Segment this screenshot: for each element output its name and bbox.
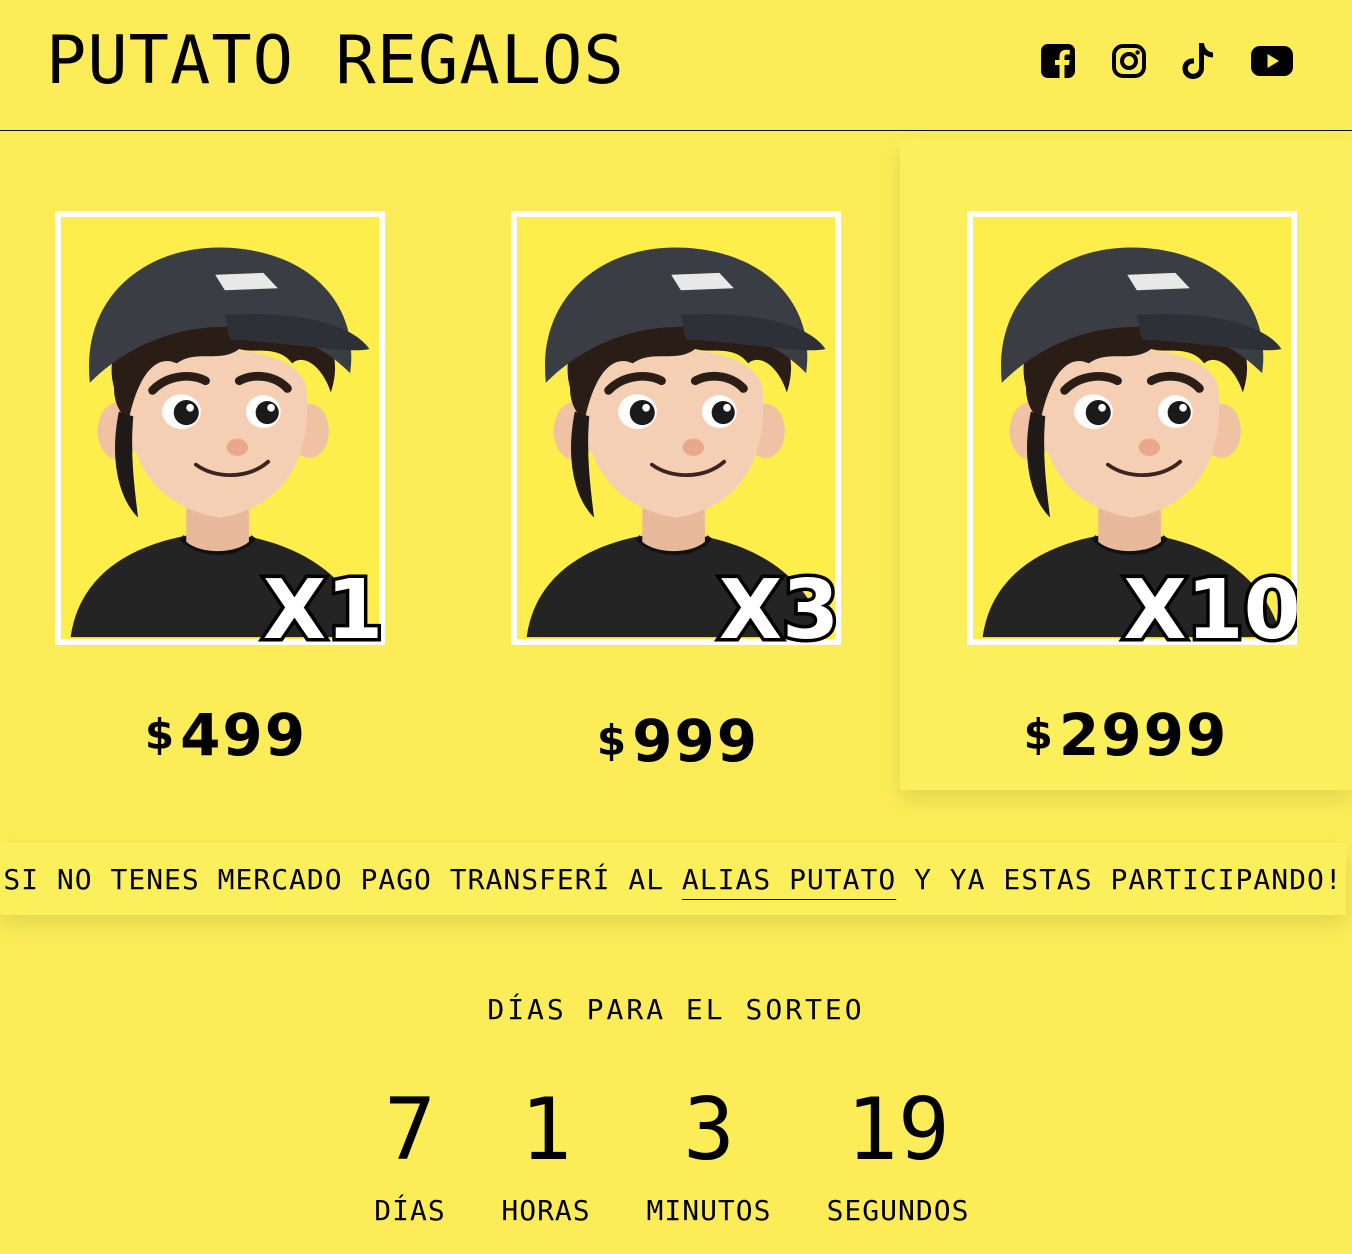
- price-label[interactable]: $999: [452, 706, 904, 776]
- quantity-badge: X3: [719, 563, 839, 645]
- currency-symbol: $: [596, 716, 629, 765]
- youtube-icon[interactable]: [1248, 36, 1296, 86]
- countdown-seconds: 19 SEGUNDOS: [827, 1082, 970, 1228]
- price-label[interactable]: $499: [0, 700, 452, 770]
- banner-text-before: SI NO TENES MERCADO PAGO TRANSFERÍ AL: [3, 862, 682, 896]
- quantity-badge: X10: [1123, 563, 1297, 645]
- facebook-icon[interactable]: [1036, 36, 1080, 86]
- avatar-image[interactable]: X10: [967, 211, 1297, 645]
- countdown-label: MINUTOS: [646, 1194, 772, 1227]
- countdown-value: 1: [520, 1080, 572, 1180]
- currency-symbol: $: [1023, 710, 1055, 759]
- countdown-label: SEGUNDOS: [826, 1194, 970, 1227]
- site-title[interactable]: PUTATO REGALOS: [46, 20, 625, 100]
- countdown-value: 3: [683, 1080, 735, 1180]
- price-value: 499: [180, 701, 308, 769]
- countdown-value: 19: [846, 1080, 950, 1180]
- countdown-label: DÍAS: [374, 1194, 446, 1227]
- banner-text-after: Y YA ESTAS PARTICIPANDO!: [896, 862, 1343, 896]
- countdown-label: HORAS: [501, 1194, 591, 1227]
- countdown-hours: 1 HORAS: [501, 1082, 590, 1228]
- alias-link[interactable]: ALIAS PUTATO: [682, 863, 896, 896]
- currency-symbol: $: [144, 710, 177, 759]
- product-card-x10: X10 $2999: [900, 140, 1352, 790]
- countdown-minutes: 3 MINUTOS: [646, 1082, 771, 1228]
- price-value: 2999: [1058, 701, 1229, 769]
- instagram-icon[interactable]: [1107, 36, 1151, 86]
- price-label[interactable]: $2999: [900, 700, 1352, 770]
- avatar-image[interactable]: X3: [511, 211, 841, 645]
- quantity-badge: X1: [263, 563, 383, 645]
- avatar-image[interactable]: X1: [55, 211, 385, 645]
- countdown-days: 7 DÍAS: [374, 1082, 445, 1228]
- product-card-x3: X3 $999: [452, 140, 904, 790]
- price-value: 999: [632, 707, 760, 775]
- countdown-title: DÍAS PARA EL SORTEO: [487, 993, 865, 1026]
- site-header: PUTATO REGALOS: [0, 0, 1352, 131]
- alias-banner: SI NO TENES MERCADO PAGO TRANSFERÍ AL AL…: [0, 843, 1346, 915]
- product-card-x1: X1 $499: [0, 140, 452, 790]
- countdown-value: 7: [384, 1080, 436, 1180]
- tiktok-icon[interactable]: [1176, 36, 1220, 86]
